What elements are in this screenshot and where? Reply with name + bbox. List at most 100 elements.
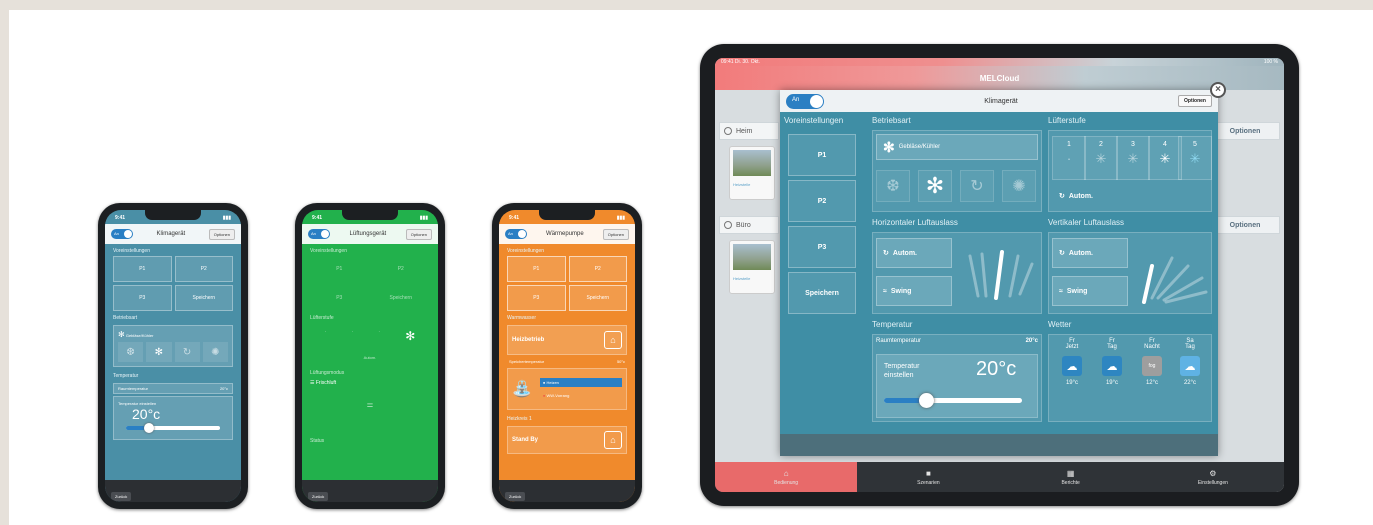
fan-level-5-button[interactable]: 5 ✳ bbox=[1178, 136, 1212, 180]
auto-mode-icon[interactable]: ↻ bbox=[960, 170, 994, 202]
weather-now: Fr Jetzt ☁ 19°c bbox=[1050, 338, 1094, 386]
home-options-button[interactable]: Optionen bbox=[1210, 122, 1280, 140]
power-toggle[interactable]: An bbox=[505, 229, 527, 239]
vent-mode-row[interactable]: ☰ Frischluft bbox=[302, 378, 438, 388]
cool-mode-icon[interactable]: ❆ bbox=[876, 170, 910, 202]
heat-option-button[interactable]: ● Heizen bbox=[539, 378, 622, 387]
cool-mode-icon[interactable]: ❆ bbox=[118, 342, 144, 362]
preset-save-button[interactable]: Speichern bbox=[372, 285, 431, 311]
fan-levels: · · · ✻ bbox=[302, 323, 438, 349]
office-options-button[interactable]: Optionen bbox=[1210, 216, 1280, 234]
gear-icon: ⚙ bbox=[1209, 468, 1217, 478]
house-heat-icon[interactable]: ⌂ bbox=[604, 331, 622, 349]
status-time: 9:41 bbox=[115, 215, 126, 221]
fog-icon: fog bbox=[1142, 356, 1162, 376]
options-button[interactable]: Optionen bbox=[405, 228, 432, 240]
status-time: 9:41 bbox=[509, 215, 520, 221]
temperature-slider[interactable] bbox=[126, 423, 220, 433]
fan-auto-button[interactable]: ↻ Autom. bbox=[1052, 186, 1208, 206]
priority-option-label: WW-Vorrang bbox=[546, 393, 570, 398]
power-toggle[interactable]: An bbox=[111, 229, 133, 239]
fan-level-icon[interactable]: ✻ bbox=[405, 329, 415, 343]
collapse-icon bbox=[724, 221, 732, 229]
preset-p3-button[interactable]: P3 bbox=[788, 226, 856, 268]
h-vane-swing-button[interactable]: ≈ Swing bbox=[876, 276, 952, 306]
sun-cloud-icon: ☁ bbox=[1102, 356, 1122, 376]
v-vane-auto-button[interactable]: ↻ Autom. bbox=[1052, 238, 1128, 268]
dot-icon: · bbox=[1066, 151, 1072, 166]
device-link[interactable]: Heizstelle bbox=[733, 182, 771, 187]
weather-day-2: Sa Tag ☁ 22°c bbox=[1168, 338, 1212, 386]
v-vane-swing-button[interactable]: ≈ Swing bbox=[1052, 276, 1128, 306]
heat-mode-panel: Heizbetrieb ⌂ bbox=[507, 325, 627, 355]
office-device-card[interactable]: Heizstelle bbox=[729, 240, 775, 294]
location-home[interactable]: Heim bbox=[719, 122, 779, 140]
power-toggle[interactable]: An bbox=[786, 93, 824, 109]
preset-save-button[interactable]: Speichern bbox=[174, 285, 233, 311]
options-button[interactable]: Optionen bbox=[602, 228, 629, 240]
house-standby-icon[interactable]: ⌂ bbox=[604, 431, 622, 449]
preset-p2-button[interactable]: P2 bbox=[174, 256, 233, 282]
preset-p3-button[interactable]: P3 bbox=[310, 285, 369, 311]
phone-aircon: 9:41 ▮▮▮ An Klimagerät Optionen Voreinste… bbox=[98, 203, 248, 509]
weather-temp: 19°c bbox=[1065, 380, 1079, 386]
phone-screen: 9:41 ▮▮▮ An Lüftungsgerät Optionen Vorein… bbox=[302, 210, 438, 502]
fan-auto-button[interactable]: Autom. bbox=[302, 349, 438, 366]
fan-level-3-button[interactable]: 3 ✳ bbox=[1116, 136, 1150, 180]
preset-p3-button[interactable]: P3 bbox=[507, 285, 566, 311]
fan-level-label: 3 bbox=[1131, 141, 1135, 148]
device-header: An Wärmepumpe Optionen bbox=[499, 224, 635, 244]
preset-p2-button[interactable]: P2 bbox=[568, 256, 627, 282]
back-button[interactable]: Zurück bbox=[505, 492, 526, 501]
back-button[interactable]: Zurück bbox=[111, 492, 132, 501]
tab-szenarien[interactable]: ■ Szenarien bbox=[857, 462, 999, 492]
heat-mode-icon[interactable]: ✺ bbox=[1002, 170, 1036, 202]
device-link[interactable]: Heizstelle bbox=[733, 276, 771, 281]
preset-p1-button[interactable]: P1 bbox=[113, 256, 172, 282]
preset-p1-button[interactable]: P1 bbox=[507, 256, 566, 282]
h-vane-auto-button[interactable]: ↻ Autom. bbox=[876, 238, 952, 268]
fan-level-icon[interactable]: · bbox=[378, 329, 380, 343]
temperature-slider[interactable] bbox=[884, 393, 1022, 408]
water-panel: ⛲ ● Heizen ● WW-Vorrang bbox=[507, 368, 627, 410]
fan-level-icon[interactable]: · bbox=[352, 329, 354, 343]
weather-temp: 19°c bbox=[1105, 380, 1119, 386]
preset-p1-button[interactable]: P1 bbox=[788, 134, 856, 176]
options-button[interactable]: Optionen bbox=[208, 228, 235, 240]
fan-cool-mode-icon[interactable]: ✻ bbox=[146, 342, 172, 362]
auto-icon: ↻ bbox=[883, 250, 889, 257]
tab-einstellungen[interactable]: ⚙ Einstellungen bbox=[1142, 462, 1284, 492]
device-title: Klimagerät bbox=[156, 231, 186, 237]
notch bbox=[342, 210, 398, 220]
fan-level-1-button[interactable]: 1 · bbox=[1052, 136, 1086, 180]
power-toggle[interactable]: An bbox=[308, 229, 330, 239]
close-icon[interactable]: × bbox=[1210, 82, 1226, 98]
preset-save-button[interactable]: Speichern bbox=[568, 285, 627, 311]
weather-part: Tag bbox=[1107, 344, 1117, 350]
fan-level-icon[interactable]: · bbox=[325, 329, 327, 343]
home-device-card[interactable]: Heizstelle bbox=[729, 146, 775, 200]
preset-p3-button[interactable]: P3 bbox=[113, 285, 172, 311]
fan-icon: ✳ bbox=[1095, 151, 1107, 166]
fan-level-2-button[interactable]: 2 ✳ bbox=[1084, 136, 1118, 180]
preset-save-button[interactable]: Speichern bbox=[788, 272, 856, 314]
vent-mode-value: Frischluft bbox=[315, 380, 337, 386]
modal-options-button[interactable]: Optionen bbox=[1178, 95, 1212, 107]
location-office[interactable]: Büro bbox=[719, 216, 779, 234]
preset-p2-button[interactable]: P2 bbox=[788, 180, 856, 222]
standby-panel: Stand By ⌂ bbox=[507, 426, 627, 454]
preset-p1-button[interactable]: P1 bbox=[310, 256, 369, 282]
preset-p2-button[interactable]: P2 bbox=[372, 256, 431, 282]
phone-screen: 9:41 ▮▮▮ An Wärmepumpe Optionen Voreinste… bbox=[499, 210, 635, 502]
set-temp-value: 20°c bbox=[132, 406, 161, 422]
mode-selected-button[interactable]: ✻ Gebläse/Kühler bbox=[876, 134, 1038, 160]
auto-mode-icon[interactable]: ↻ bbox=[174, 342, 200, 362]
tab-bedienung[interactable]: ⌂ Bedienung bbox=[715, 462, 858, 492]
fan-level-4-button[interactable]: 4 ✳ bbox=[1148, 136, 1182, 180]
tab-berichte[interactable]: ▦ Berichte bbox=[1000, 462, 1142, 492]
back-button[interactable]: Zurück bbox=[308, 492, 329, 501]
priority-option-button[interactable]: ● WW-Vorrang bbox=[540, 391, 622, 400]
set-temp-label: Temperatur einstellen bbox=[884, 363, 920, 379]
fan-cool-mode-icon[interactable]: ✻ bbox=[918, 170, 952, 202]
heat-mode-icon[interactable]: ✺ bbox=[202, 342, 228, 362]
